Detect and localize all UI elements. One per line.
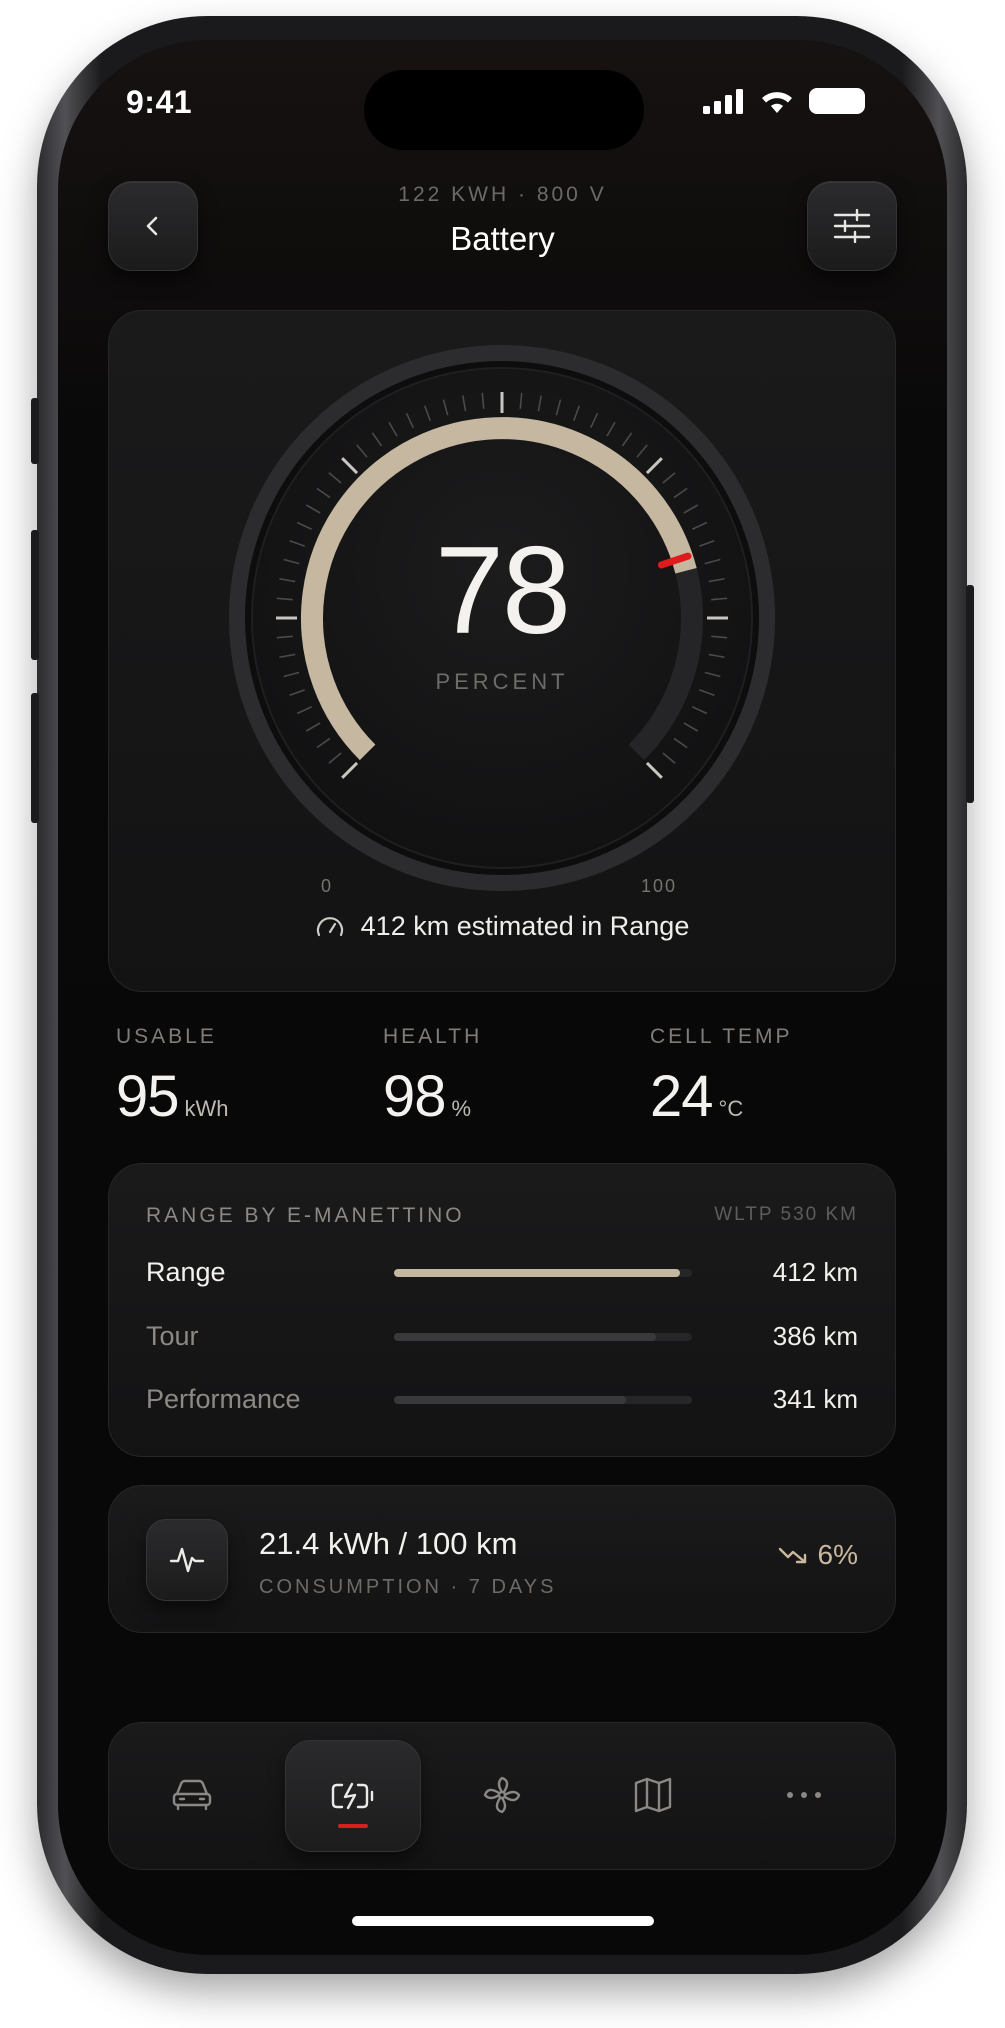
status-time: 9:41 xyxy=(126,84,193,120)
wltp-reference: WLTP 530 KM xyxy=(714,1204,858,1225)
stat-number: 24 xyxy=(650,1064,714,1129)
mode-row-range[interactable]: Range 412 km xyxy=(146,1253,858,1293)
mode-bar-track xyxy=(394,1333,692,1341)
volume-down-button xyxy=(31,693,39,823)
consumption-icon-box xyxy=(146,1519,228,1601)
stat-unit: °C xyxy=(718,1096,744,1121)
home-indicator xyxy=(352,1916,654,1926)
stat-number: 98 xyxy=(383,1064,447,1129)
consumption-label: CONSUMPTION · 7 DAYS xyxy=(259,1576,557,1598)
range-modes-title: RANGE BY E-MANETTINO xyxy=(146,1204,465,1227)
mode-bar-track xyxy=(394,1269,692,1277)
mode-value: 412 km xyxy=(772,1257,858,1287)
stat-label: CELL TEMP xyxy=(650,1025,793,1048)
stat-label: USABLE xyxy=(116,1025,217,1048)
settings-button[interactable] xyxy=(807,181,897,271)
stat-health: HEALTH 98% xyxy=(383,1025,623,1130)
nav-item-climate[interactable] xyxy=(435,1740,569,1850)
mode-bar-fill xyxy=(394,1333,657,1341)
nav-item-map[interactable] xyxy=(586,1740,720,1850)
mode-value: 341 km xyxy=(772,1384,858,1414)
battery-percent-unit: PERCENT xyxy=(435,669,569,694)
power-button xyxy=(966,585,974,803)
status-icons xyxy=(703,88,865,114)
mode-bar-fill xyxy=(394,1396,627,1404)
stat-value: 95 kWh xyxy=(116,1063,356,1130)
dynamic-island xyxy=(364,70,644,150)
wifi-icon xyxy=(762,92,792,113)
activity-icon xyxy=(169,1547,205,1573)
nav-item-more[interactable] xyxy=(737,1740,871,1850)
trending-down-icon xyxy=(778,1547,806,1564)
gauge-scale-min: 0 xyxy=(321,876,334,896)
battery-icon xyxy=(809,88,865,114)
nav-item-car[interactable] xyxy=(125,1740,259,1850)
mode-bar-track xyxy=(394,1396,692,1404)
sliders-icon xyxy=(833,209,871,243)
stat-value: 24 °C xyxy=(650,1063,890,1130)
mode-bar-fill xyxy=(394,1269,681,1277)
nav-item-battery[interactable] xyxy=(285,1740,421,1852)
mode-value: 386 km xyxy=(772,1321,858,1351)
consumption-value: 21.4 kWh / 100 km xyxy=(259,1526,518,1561)
estimated-range: 412 km estimated in Range xyxy=(109,911,895,942)
stat-value: 98% xyxy=(383,1063,623,1130)
battery-charging-icon xyxy=(331,1782,374,1810)
more-icon xyxy=(787,1792,821,1798)
mode-name: Performance xyxy=(146,1384,301,1414)
battery-percent-value: 78 xyxy=(435,522,571,660)
mode-name: Range xyxy=(146,1257,226,1287)
cellular-signal-icon xyxy=(703,89,743,114)
map-icon xyxy=(634,1777,672,1813)
mode-name: Tour xyxy=(146,1321,199,1351)
stat-unit: % xyxy=(451,1096,472,1121)
stat-cell-temp: CELL TEMP 24 °C xyxy=(650,1025,890,1130)
battery-gauge-card: 78 PERCENT 0 100 412 km estimated in Ran… xyxy=(108,310,896,992)
estimated-range-text: 412 km estimated in Range xyxy=(360,911,690,941)
mode-row-performance[interactable]: Performance 341 km xyxy=(146,1380,858,1420)
stat-unit: kWh xyxy=(184,1096,229,1121)
app-screen: 9:41 122 KWH · 800 V Battery 78 PERCENT … xyxy=(58,40,947,1955)
speedometer-icon xyxy=(316,916,343,936)
bottom-nav xyxy=(108,1722,896,1870)
car-icon xyxy=(172,1779,212,1811)
consumption-card[interactable]: 21.4 kWh / 100 km CONSUMPTION · 7 DAYS 6… xyxy=(108,1485,896,1633)
gauge-scale-max: 100 xyxy=(641,876,678,896)
volume-up-button xyxy=(31,530,39,660)
range-modes-card: RANGE BY E-MANETTINO WLTP 530 KM Range 4… xyxy=(108,1163,896,1457)
stat-usable: USABLE 95 kWh xyxy=(116,1025,356,1130)
fan-icon xyxy=(483,1776,521,1814)
stat-label: HEALTH xyxy=(383,1025,483,1048)
consumption-trend-value: 6% xyxy=(817,1539,858,1570)
action-button xyxy=(31,398,39,464)
mode-row-tour[interactable]: Tour 386 km xyxy=(146,1317,858,1357)
consumption-trend: 6% xyxy=(778,1539,858,1571)
active-tab-indicator xyxy=(338,1824,368,1828)
stat-number: 95 xyxy=(116,1064,180,1129)
